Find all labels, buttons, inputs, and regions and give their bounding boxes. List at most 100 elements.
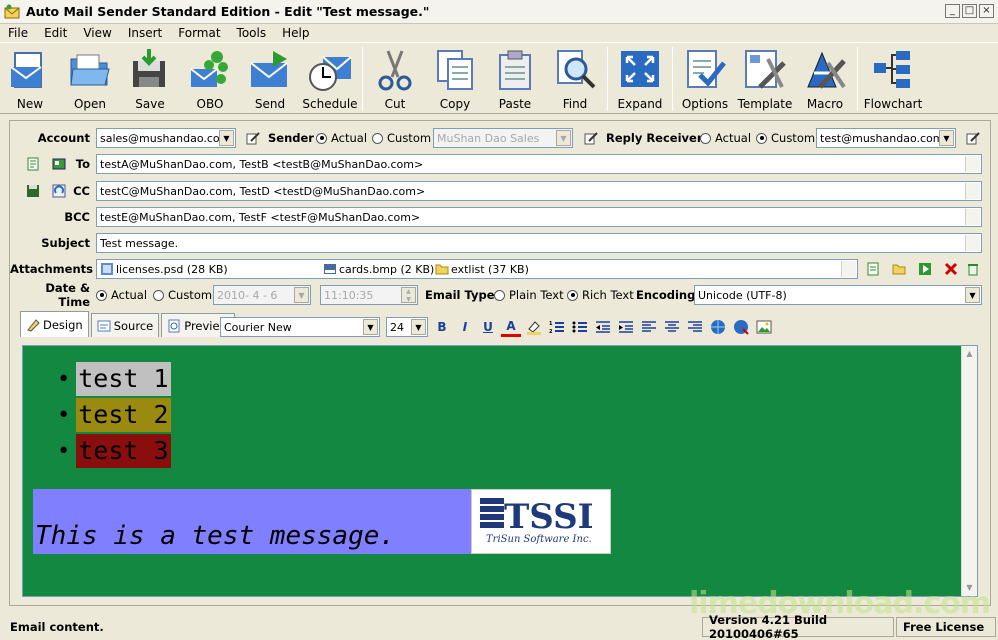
cc-field[interactable]: testC@MuShanDao.com, TestD <testD@MuShan… — [96, 181, 982, 201]
list-item[interactable]: • test 1 — [57, 362, 171, 396]
open-button[interactable]: Open — [60, 43, 120, 113]
menu-insert[interactable]: Insert — [126, 26, 164, 40]
chevron-down-icon[interactable]: ▼ — [965, 287, 980, 303]
align-center-icon[interactable] — [662, 317, 682, 337]
save-button[interactable]: Save — [120, 43, 180, 113]
macro-button[interactable]: Macro — [795, 43, 855, 113]
menu-view[interactable]: View — [81, 26, 113, 40]
datetime-actual-radio[interactable]: Actual — [96, 288, 147, 302]
reply-receiver-combo[interactable]: test@mushandao.com ▼ — [816, 128, 956, 148]
flowchart-button[interactable]: Flowchart — [860, 43, 926, 113]
chevron-down-icon[interactable]: ▼ — [556, 130, 571, 146]
attachments-list[interactable]: licenses.psd (28 KB) cards.bmp (2 KB) ex… — [96, 259, 858, 279]
outdent-icon[interactable] — [593, 317, 613, 337]
field-scrollbar[interactable] — [965, 235, 980, 251]
editor-scrollbar[interactable]: ▲ ▼ — [961, 346, 977, 596]
menu-format[interactable]: Format — [176, 26, 222, 40]
attachment-item[interactable]: licenses.psd (28 KB) — [100, 262, 228, 276]
menu-edit[interactable]: Edit — [42, 26, 69, 40]
paste-button[interactable]: Paste — [485, 43, 545, 113]
datetime-custom-radio[interactable]: Custom — [153, 288, 212, 302]
attachment-item[interactable]: cards.bmp (2 KB) — [323, 262, 434, 276]
font-size-combo[interactable]: 24 ▼ — [386, 317, 428, 337]
numbered-list-icon[interactable]: 12 — [547, 317, 567, 337]
menu-help[interactable]: Help — [280, 26, 311, 40]
chevron-down-icon[interactable]: ▼ — [411, 319, 426, 335]
find-button[interactable]: Find — [545, 43, 605, 113]
minimize-button[interactable]: _ — [945, 4, 960, 18]
edit-icon[interactable] — [584, 131, 598, 145]
highlight-icon[interactable] — [524, 317, 544, 337]
font-combo[interactable]: Courier New ▼ — [220, 317, 380, 337]
edit-icon[interactable] — [966, 131, 980, 145]
obo-button[interactable]: OBO — [180, 43, 240, 113]
sender-custom-radio[interactable]: Custom — [372, 131, 431, 145]
new-button[interactable]: New — [0, 43, 60, 113]
to-field[interactable]: testA@MuShanDao.com, TestB <testB@MuShan… — [96, 154, 982, 174]
add-file-icon[interactable] — [866, 262, 880, 276]
save-icon[interactable] — [26, 184, 40, 198]
expand-button[interactable]: Expand — [610, 43, 670, 113]
chevron-down-icon[interactable]: ▼ — [363, 319, 378, 335]
encoding-combo[interactable]: Unicode (UTF-8) ▼ — [694, 285, 982, 305]
new-document-icon[interactable] — [26, 157, 40, 171]
chevron-down-icon[interactable]: ▼ — [939, 130, 954, 146]
field-scrollbar[interactable] — [965, 183, 980, 199]
copy-button[interactable]: Copy — [425, 43, 485, 113]
list-item[interactable]: • test 3 — [57, 434, 171, 468]
template-button[interactable]: Template — [735, 43, 795, 113]
close-button[interactable]: × — [979, 4, 994, 18]
field-scrollbar[interactable] — [965, 156, 980, 172]
maximize-button[interactable]: □ — [962, 4, 977, 18]
scroll-up-icon[interactable]: ▲ — [963, 347, 976, 361]
field-scrollbar[interactable] — [965, 209, 980, 225]
rich-text-editor[interactable]: • test 1 • test 2 • test 3 This is a tes… — [22, 345, 978, 597]
sender-custom-combo[interactable]: MuShan Dao Sales ▼ — [433, 128, 573, 148]
time-spinner[interactable]: 11:10:35 ▲ ▼ — [320, 285, 418, 305]
underline-icon[interactable]: U — [478, 317, 498, 337]
refresh-icon[interactable] — [52, 184, 66, 198]
list-item[interactable]: • test 2 — [57, 398, 171, 432]
folder-icon[interactable] — [892, 262, 906, 276]
address-book-icon[interactable] — [52, 157, 66, 171]
bullet-list-icon[interactable] — [570, 317, 590, 337]
cut-button[interactable]: Cut — [365, 43, 425, 113]
menu-tools[interactable]: Tools — [235, 26, 269, 40]
sender-actual-radio[interactable]: Actual — [316, 131, 367, 145]
date-picker[interactable]: 2010- 4 - 6 ▼ — [213, 285, 311, 305]
insert-image-icon[interactable] — [754, 317, 774, 337]
play-icon[interactable] — [918, 262, 932, 276]
cc-label[interactable]: CC — [70, 184, 90, 198]
options-button[interactable]: Options — [675, 43, 735, 113]
reply-actual-radio[interactable]: Actual — [700, 131, 751, 145]
delete-icon[interactable] — [944, 262, 958, 276]
attachment-item[interactable]: extlist (37 KB) — [435, 262, 529, 276]
chevron-down-icon[interactable]: ▼ — [294, 287, 309, 303]
insert-link-icon[interactable] — [708, 317, 728, 337]
chevron-down-icon[interactable]: ▼ — [219, 130, 234, 146]
align-right-icon[interactable] — [685, 317, 705, 337]
schedule-button[interactable]: Schedule — [300, 43, 360, 113]
rich-text-radio[interactable]: Rich Text — [567, 288, 634, 302]
send-button[interactable]: Send — [240, 43, 300, 113]
plain-text-radio[interactable]: Plain Text — [494, 288, 564, 302]
unlink-icon[interactable] — [731, 317, 751, 337]
to-label[interactable]: To — [70, 157, 90, 171]
reply-custom-radio[interactable]: Custom — [756, 131, 815, 145]
indent-icon[interactable] — [616, 317, 636, 337]
menu-file[interactable]: File — [6, 26, 30, 40]
tab-source[interactable]: Source — [90, 313, 160, 337]
italic-icon[interactable]: I — [455, 317, 475, 337]
trash-icon[interactable] — [966, 262, 980, 276]
bcc-label[interactable]: BCC — [10, 210, 90, 224]
bold-icon[interactable]: B — [432, 317, 452, 337]
account-combo[interactable]: sales@mushandao.com ▼ — [96, 128, 236, 148]
edit-icon[interactable] — [246, 131, 260, 145]
tab-design[interactable]: Design — [20, 311, 89, 337]
align-left-icon[interactable] — [639, 317, 659, 337]
font-color-icon[interactable]: A — [501, 317, 521, 337]
field-scrollbar[interactable] — [841, 261, 856, 277]
bcc-field[interactable]: testE@MuShanDao.com, TestF <testF@MuShan… — [96, 207, 982, 227]
spinner-arrows-icon[interactable]: ▲ ▼ — [401, 287, 416, 303]
subject-field[interactable]: Test message. — [96, 233, 982, 253]
